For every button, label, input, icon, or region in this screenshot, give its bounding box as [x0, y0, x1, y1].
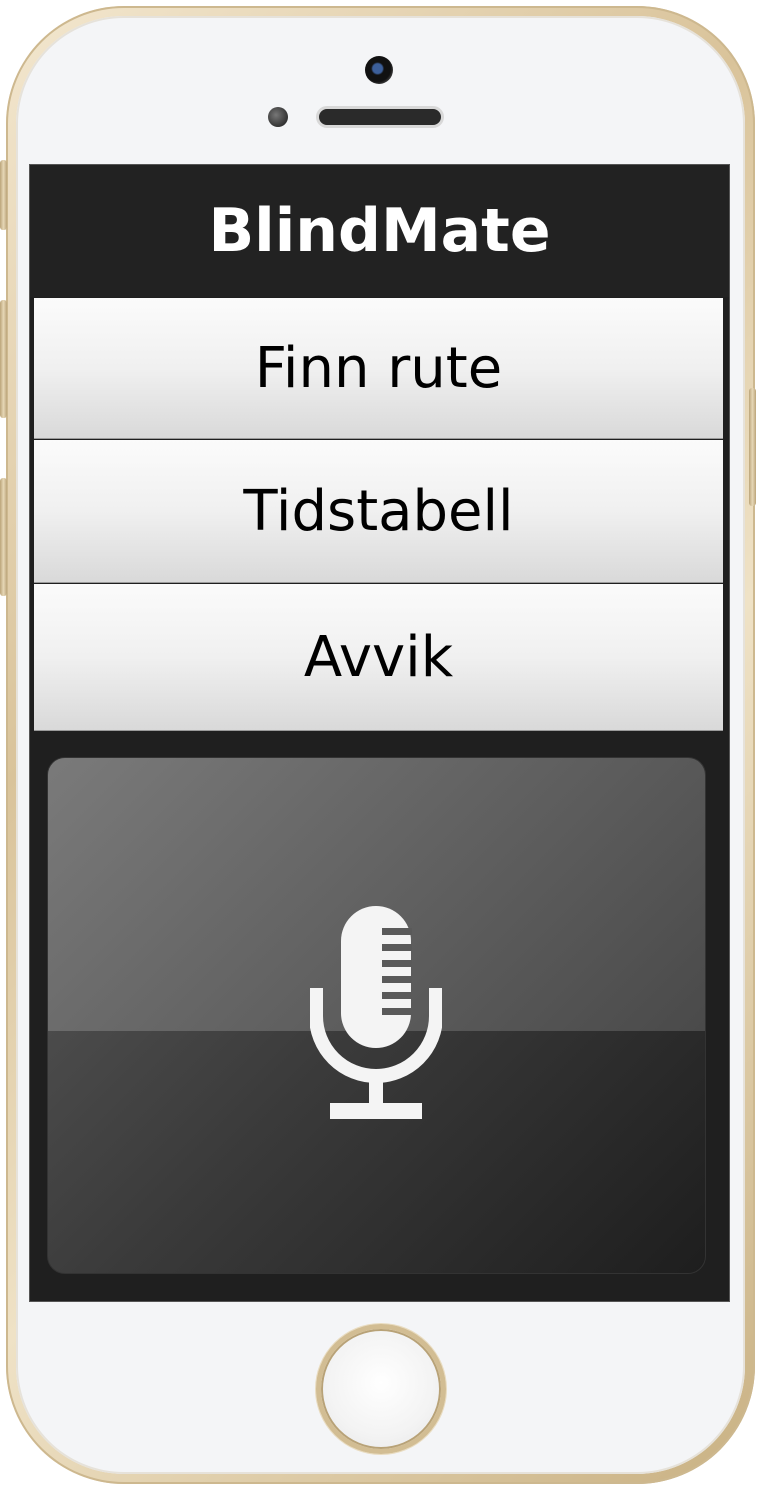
- proximity-sensor: [268, 107, 288, 127]
- volume-up-button: [0, 300, 7, 418]
- microphone-icon: [310, 906, 442, 1119]
- mute-switch: [0, 160, 7, 230]
- voice-input-button[interactable]: [47, 757, 706, 1274]
- power-button: [749, 388, 756, 506]
- find-route-button[interactable]: Finn rute: [34, 298, 723, 439]
- earpiece-speaker: [316, 106, 444, 128]
- deviations-label: Avvik: [303, 624, 454, 690]
- timetable-button[interactable]: Tidstabell: [34, 440, 723, 583]
- find-route-label: Finn rute: [254, 335, 503, 401]
- deviations-button[interactable]: Avvik: [34, 584, 723, 731]
- home-button[interactable]: [316, 1324, 446, 1454]
- timetable-label: Tidstabell: [243, 478, 514, 544]
- app-title: BlindMate: [208, 196, 551, 266]
- volume-down-button: [0, 478, 7, 596]
- title-bar: BlindMate: [30, 165, 729, 297]
- front-camera: [365, 56, 393, 84]
- app-screen: BlindMate Finn rute Tidstabell Avvik: [29, 164, 730, 1302]
